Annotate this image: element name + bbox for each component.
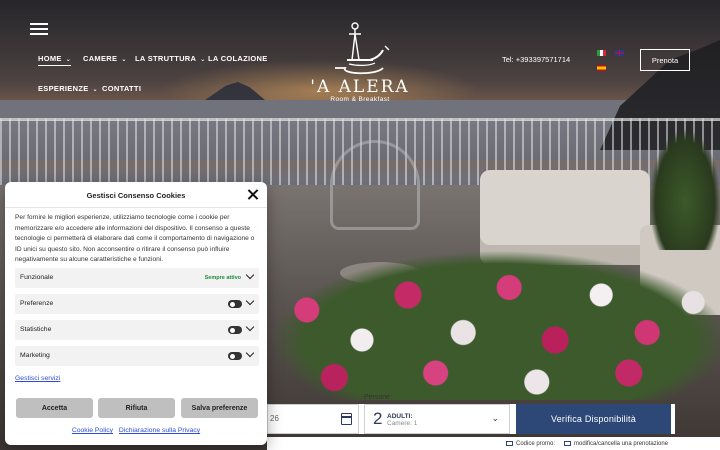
- active-underline: [38, 65, 72, 66]
- close-icon[interactable]: [247, 189, 258, 200]
- accept-button[interactable]: Accetta: [16, 398, 93, 418]
- date-field[interactable]: 26: [267, 404, 359, 434]
- modify-booking-link[interactable]: modifica/cancella una prenotazione: [564, 441, 668, 447]
- statistiche-toggle[interactable]: [228, 326, 242, 334]
- chevron-down-icon: ⌄: [92, 87, 98, 93]
- hamburger-menu-icon[interactable]: [30, 23, 48, 35]
- edit-icon: [564, 441, 571, 446]
- adults-label: ADULTI:: [387, 413, 413, 420]
- promo-code-link[interactable]: Codice promo:: [506, 441, 555, 447]
- book-button[interactable]: Prenota: [640, 49, 690, 71]
- cookie-footer-links: Cookie Policy Dichiarazione sulla Privac…: [0, 427, 272, 434]
- divider: [5, 207, 267, 208]
- cookie-category-marketing[interactable]: Marketing: [15, 346, 259, 366]
- date-value: 26: [270, 414, 279, 423]
- booking-bar: 26 2 ADULTI: Camere: 1 ⌄ Verifica Dispon…: [267, 404, 675, 434]
- chevron-down-icon: ⌄: [200, 57, 206, 63]
- chevron-down-icon[interactable]: [246, 272, 255, 281]
- chevron-down-icon[interactable]: [246, 350, 255, 359]
- italian-flag-icon[interactable]: [597, 50, 606, 56]
- cookie-policy-link[interactable]: Cookie Policy: [72, 427, 113, 434]
- chevron-down-icon: ⌄: [121, 57, 127, 63]
- chevron-down-icon: ⌄: [65, 57, 72, 63]
- preferenze-toggle[interactable]: [228, 300, 242, 308]
- logo-figure-icon: [335, 22, 390, 75]
- logo-subtitle: Room & Breakfast: [330, 96, 390, 103]
- cookie-description: Per fornire le migliori esperienze, util…: [15, 214, 255, 263]
- nav-item-camere[interactable]: CAMERE ⌄: [83, 54, 127, 63]
- guests-count: 2: [373, 409, 383, 428]
- chevron-down-icon: ⌄: [491, 413, 499, 423]
- spanish-flag-icon[interactable]: [597, 65, 606, 71]
- english-flag-icon[interactable]: [615, 50, 624, 56]
- nav-item-esperienze[interactable]: ESPERIENZE ⌄: [38, 84, 98, 93]
- check-availability-button[interactable]: Verifica Disponibilità: [516, 404, 671, 434]
- nav-item-la-struttura[interactable]: LA STRUTTURA ⌄: [135, 54, 206, 63]
- cookie-dialog-title: Gestisci Consenso Cookies: [86, 191, 186, 200]
- terrace-chair: [330, 140, 420, 230]
- terrace-plant: [650, 130, 720, 250]
- nav-item-la-colazione[interactable]: LA COLAZIONE: [208, 54, 268, 63]
- chevron-down-icon[interactable]: [246, 298, 255, 307]
- manage-services-link[interactable]: Gestisci servizi: [15, 375, 60, 382]
- guests-selector[interactable]: 2 ADULTI: Camere: 1 ⌄: [364, 404, 510, 434]
- cookie-category-funzionale[interactable]: Funzionale Sempre attivo: [15, 268, 259, 288]
- rooms-label: Camere: 1: [387, 420, 418, 427]
- petunia-flowers: [270, 250, 720, 400]
- phone-number[interactable]: Tel: +393397571714: [502, 55, 570, 64]
- persons-label: Persone:: [364, 394, 393, 401]
- calendar-icon[interactable]: [341, 413, 352, 425]
- marketing-toggle[interactable]: [228, 352, 242, 360]
- always-active-badge: Sempre attivo: [204, 275, 241, 281]
- privacy-statement-link[interactable]: Dichiarazione sulla Privacy: [119, 427, 200, 434]
- site-logo[interactable]: 'A ALERA Room & Breakfast: [310, 20, 410, 110]
- promo-icon: [506, 441, 513, 446]
- logo-name: 'A ALERA: [310, 77, 410, 97]
- save-preferences-button[interactable]: Salva preferenze: [181, 398, 258, 418]
- cookie-category-preferenze[interactable]: Preferenze: [15, 294, 259, 314]
- nav-item-home[interactable]: HOME ⌄: [38, 54, 72, 66]
- deny-button[interactable]: Rifiuta: [98, 398, 175, 418]
- nav-item-contatti[interactable]: CONTATTI: [102, 84, 141, 93]
- cookie-category-statistiche[interactable]: Statistiche: [15, 320, 259, 340]
- chevron-down-icon[interactable]: [246, 324, 255, 333]
